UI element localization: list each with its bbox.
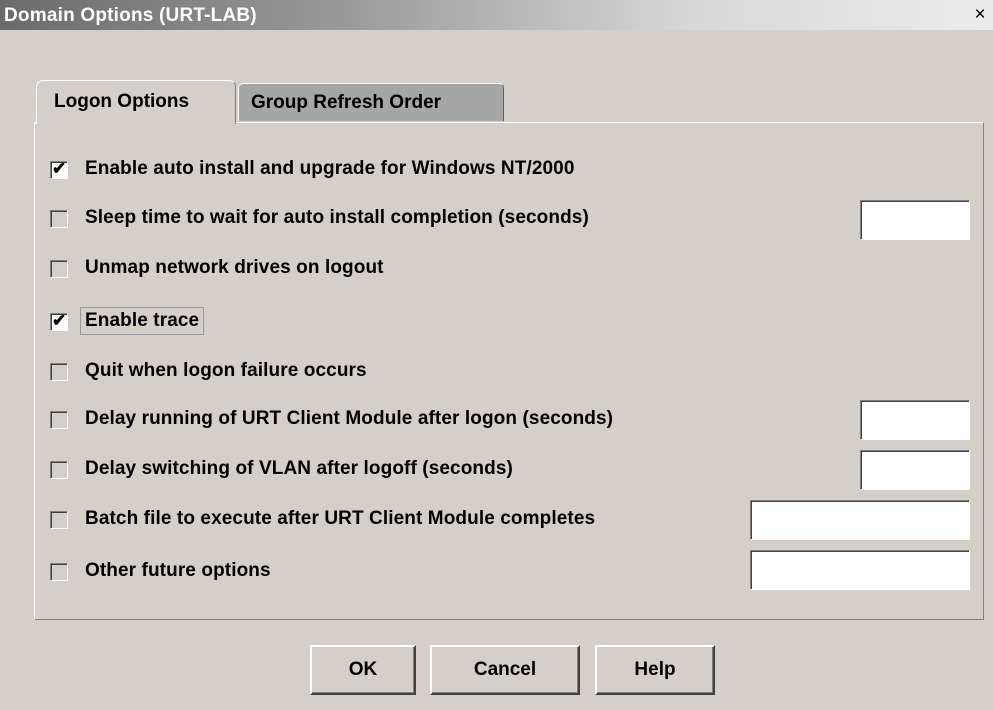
checkmark-icon: ✔ <box>52 311 67 330</box>
option-row-sleep-time: Sleep time to wait for auto install comp… <box>50 204 970 234</box>
auto-install-label[interactable]: Enable auto install and upgrade for Wind… <box>85 158 575 180</box>
option-row-quit-on-failure: Quit when logon failure occurs <box>50 357 970 387</box>
batch-file-checkbox[interactable] <box>50 511 68 529</box>
ok-button[interactable]: OK <box>310 645 416 695</box>
delay-client-field[interactable] <box>860 400 970 440</box>
tab-logon-options[interactable]: Logon Options <box>36 80 236 124</box>
enable-trace-checkbox[interactable]: ✔ <box>50 311 68 331</box>
tab-label: Logon Options <box>54 91 190 112</box>
checkmark-icon: ✔ <box>52 159 67 178</box>
help-button[interactable]: Help <box>595 645 715 695</box>
other-options-field[interactable] <box>750 550 970 590</box>
title-bar[interactable]: Domain Options (URT-LAB) × <box>0 0 993 30</box>
other-options-label[interactable]: Other future options <box>85 560 271 582</box>
quit-on-failure-checkbox[interactable] <box>50 363 68 381</box>
unmap-drives-label[interactable]: Unmap network drives on logout <box>85 257 384 279</box>
delay-vlan-label[interactable]: Delay switching of VLAN after logoff (se… <box>85 458 513 480</box>
tab-label: Group Refresh Order <box>251 92 442 113</box>
delay-client-label[interactable]: Delay running of URT Client Module after… <box>85 408 613 430</box>
auto-install-checkbox[interactable]: ✔ <box>50 159 68 179</box>
tab-group-refresh-order[interactable]: Group Refresh Order <box>238 83 504 121</box>
sleep-time-checkbox[interactable] <box>50 210 68 228</box>
option-row-enable-trace: ✔ Enable trace <box>50 307 970 337</box>
close-icon[interactable]: × <box>971 5 989 24</box>
unmap-drives-checkbox[interactable] <box>50 260 68 278</box>
domain-options-dialog: Domain Options (URT-LAB) × Logon Options… <box>0 0 993 710</box>
sleep-time-field[interactable] <box>860 200 970 240</box>
dialog-title: Domain Options (URT-LAB) <box>4 5 257 26</box>
delay-client-checkbox[interactable] <box>50 411 68 429</box>
other-options-checkbox[interactable] <box>50 563 68 581</box>
option-row-unmap-drives: Unmap network drives on logout <box>50 254 970 284</box>
batch-file-field[interactable] <box>750 500 970 540</box>
option-row-delay-vlan: Delay switching of VLAN after logoff (se… <box>50 455 970 485</box>
delay-vlan-field[interactable] <box>860 450 970 490</box>
option-row-auto-install: ✔ Enable auto install and upgrade for Wi… <box>50 155 970 185</box>
quit-on-failure-label[interactable]: Quit when logon failure occurs <box>85 360 367 382</box>
cancel-button[interactable]: Cancel <box>430 645 580 695</box>
batch-file-label[interactable]: Batch file to execute after URT Client M… <box>85 508 595 530</box>
delay-vlan-checkbox[interactable] <box>50 461 68 479</box>
enable-trace-label[interactable]: Enable trace <box>79 307 205 335</box>
option-row-delay-client: Delay running of URT Client Module after… <box>50 405 970 435</box>
sleep-time-label[interactable]: Sleep time to wait for auto install comp… <box>85 207 589 229</box>
